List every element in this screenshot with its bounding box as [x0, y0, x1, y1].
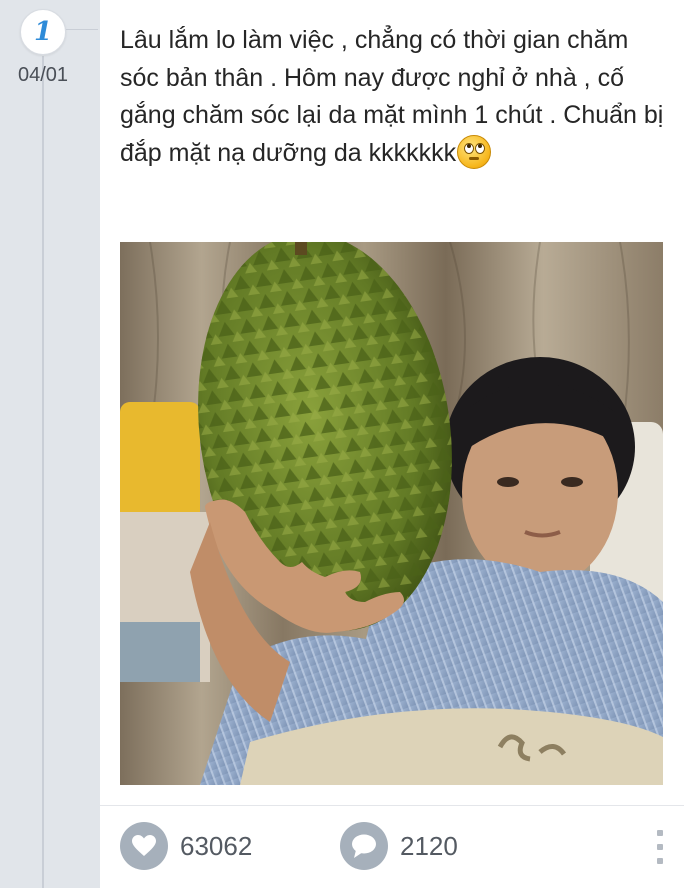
- comment-count: 2120: [400, 830, 458, 861]
- post-text: Lâu lắm lo làm việc , chẳng có thời gian…: [120, 26, 664, 167]
- like-count: 63062: [180, 830, 253, 861]
- date-badge: 1: [20, 9, 66, 55]
- timeline-line: [42, 56, 44, 888]
- date-badge-day: 1: [33, 17, 53, 47]
- post-photo[interactable]: [120, 242, 663, 785]
- post-date: 04/01: [17, 64, 69, 86]
- comment-button[interactable]: 2120: [340, 821, 458, 871]
- like-button[interactable]: 63062: [120, 821, 252, 871]
- rolling-eyes-emoji-icon: [457, 134, 492, 169]
- post-text-block: Lâu lắm lo làm việc , chẳng có thời gian…: [120, 22, 670, 172]
- speech-bubble-icon: [340, 822, 388, 870]
- man-holding-durian-photo: [120, 242, 663, 785]
- more-vertical-icon[interactable]: [652, 830, 668, 864]
- footer-divider: [100, 805, 684, 806]
- badge-connector: [66, 29, 98, 30]
- post-card: Lâu lắm lo làm việc , chẳng có thời gian…: [100, 0, 684, 888]
- heart-icon: [120, 822, 168, 870]
